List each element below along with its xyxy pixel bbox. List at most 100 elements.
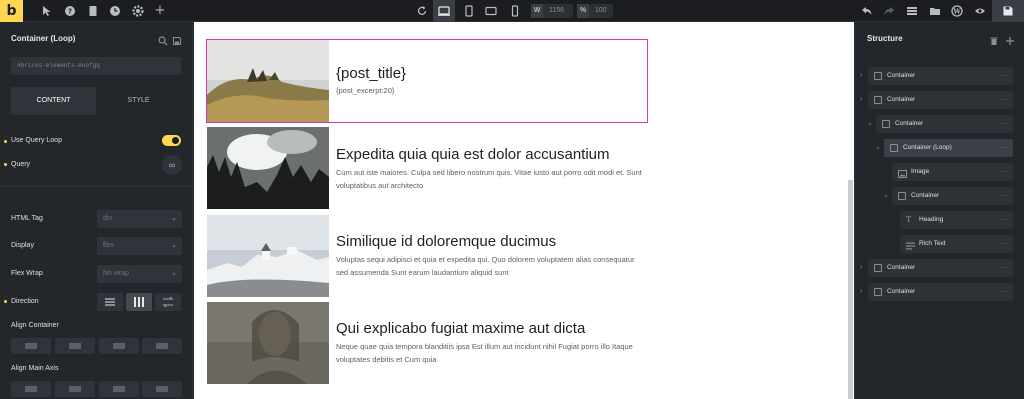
chevron-down-icon[interactable]: ⌄ <box>883 187 889 205</box>
chevron-down-icon[interactable]: ⌄ <box>867 115 873 133</box>
help-icon[interactable]: ? <box>63 4 77 18</box>
post-excerpt[interactable]: Neque quae quia tempora blanditiis ipsa … <box>336 340 646 366</box>
reload-icon[interactable] <box>415 4 429 18</box>
more-icon[interactable]: ··· <box>1001 67 1008 85</box>
post-title[interactable]: Expedita quia quia est dolor accusantium <box>336 146 610 163</box>
post-image[interactable] <box>207 40 329 122</box>
modified-indicator <box>4 300 7 303</box>
folder-icon[interactable] <box>928 4 942 18</box>
structure-node[interactable]: Container ··· <box>876 115 1013 133</box>
chevron-right-icon[interactable]: › <box>860 283 862 301</box>
align-container-end-button[interactable] <box>99 338 139 354</box>
html-tag-value: div <box>103 215 112 222</box>
query-label: Query <box>11 161 31 168</box>
post-excerpt[interactable]: Voluptas sequi adipisci et quia et exped… <box>336 253 646 279</box>
use-query-loop-toggle[interactable] <box>162 135 181 146</box>
tab-style[interactable]: STYLE <box>96 87 181 115</box>
align-container-label: Align Container <box>11 322 59 329</box>
align-container-start-button[interactable] <box>11 338 51 354</box>
loop-item[interactable]: Expedita quia quia est dolor accusantium… <box>207 127 647 209</box>
chevron-right-icon[interactable]: › <box>860 67 862 85</box>
chevron-right-icon[interactable]: › <box>860 91 862 109</box>
modified-indicator <box>4 140 7 143</box>
canvas-scrollbar[interactable] <box>848 180 853 399</box>
cursor-icon[interactable] <box>40 4 54 18</box>
direction-column-button[interactable] <box>126 293 152 311</box>
divider <box>0 186 193 187</box>
structure-node[interactable]: Rich Text ··· <box>900 235 1013 253</box>
tablet-landscape-button[interactable] <box>458 0 480 22</box>
more-icon[interactable]: ··· <box>1001 115 1008 133</box>
structure-node[interactable]: Container ··· <box>868 259 1013 277</box>
bricks-logo[interactable]: b <box>0 0 23 22</box>
align-main-between-button[interactable] <box>142 381 182 397</box>
structure-node[interactable]: Container ··· <box>868 283 1013 301</box>
structure-node[interactable]: Image ··· <box>892 163 1013 181</box>
percent-label: % <box>577 4 589 18</box>
settings-icon[interactable] <box>131 4 145 18</box>
direction-row-button[interactable] <box>97 293 123 311</box>
post-excerpt[interactable]: {post_excerpt:20} <box>336 84 646 97</box>
more-icon[interactable]: ··· <box>1001 91 1008 109</box>
builder-canvas[interactable]: {post_title} {post_excerpt:20} Expedita … <box>194 22 854 399</box>
structure-node[interactable]: Container ··· <box>868 91 1013 109</box>
add-element-icon[interactable]: + <box>153 4 167 18</box>
more-icon[interactable]: ··· <box>1001 139 1008 157</box>
more-icon[interactable]: ··· <box>1001 235 1008 253</box>
desktop-breakpoint-button[interactable] <box>433 0 455 22</box>
save-button[interactable] <box>992 0 1024 22</box>
align-main-end-button[interactable] <box>99 381 139 397</box>
history-icon[interactable] <box>108 4 122 18</box>
structure-node[interactable]: T Heading ··· <box>900 211 1013 229</box>
structure-title: Structure <box>867 34 903 43</box>
more-icon[interactable]: ··· <box>1001 259 1008 277</box>
post-title[interactable]: Similique id doloremque ducimus <box>336 233 556 250</box>
zoom-value: 100 <box>595 7 607 14</box>
more-icon[interactable]: ··· <box>1001 283 1008 301</box>
wordpress-icon[interactable]: W <box>950 4 964 18</box>
display-select[interactable]: flex ⌄ <box>97 237 182 255</box>
chevron-right-icon[interactable]: › <box>860 259 862 277</box>
save-preset-icon[interactable] <box>172 33 182 46</box>
post-excerpt[interactable]: Cum aut iste maiores. Culpa sed libero n… <box>336 166 646 192</box>
loop-item[interactable]: Qui explicabo fugiat maxime aut dicta Ne… <box>207 302 647 384</box>
post-title[interactable]: {post_title} <box>336 65 406 82</box>
post-image[interactable] <box>207 302 329 384</box>
structure-node[interactable]: Container ··· <box>868 67 1013 85</box>
more-icon[interactable]: ··· <box>1001 211 1008 229</box>
query-link-icon[interactable]: ∞ <box>162 155 182 175</box>
structure-list-icon[interactable] <box>905 4 919 18</box>
undo-icon[interactable] <box>860 4 874 18</box>
loop-item[interactable]: {post_title} {post_excerpt:20} <box>206 39 648 123</box>
align-container-stretch-button[interactable] <box>142 338 182 354</box>
chevron-down-icon[interactable]: ⌄ <box>875 139 881 157</box>
trash-icon[interactable] <box>989 33 999 51</box>
expand-icon[interactable] <box>1005 33 1015 51</box>
tab-content[interactable]: CONTENT <box>11 87 96 115</box>
post-image[interactable] <box>207 215 329 297</box>
structure-node-selected[interactable]: Container (Loop) ··· <box>884 139 1013 157</box>
tablet-portrait-button[interactable] <box>480 0 502 22</box>
post-title[interactable]: Qui explicabo fugiat maxime aut dicta <box>336 320 585 337</box>
redo-icon[interactable] <box>882 4 896 18</box>
align-main-center-button[interactable] <box>55 381 95 397</box>
mobile-breakpoint-button[interactable] <box>504 0 526 22</box>
structure-node[interactable]: Container ··· <box>892 187 1013 205</box>
node-label: Container <box>911 192 940 199</box>
zoom-field[interactable]: % 100 <box>577 4 613 18</box>
align-main-start-button[interactable] <box>11 381 51 397</box>
pages-icon[interactable] <box>86 4 100 18</box>
loop-item[interactable]: Similique id doloremque ducimus Voluptas… <box>207 215 647 297</box>
element-id-field[interactable]: #bricks-elements-euofgq <box>11 57 181 75</box>
more-icon[interactable]: ··· <box>1001 163 1008 181</box>
align-container-center-button[interactable] <box>55 338 95 354</box>
post-image[interactable] <box>207 127 329 209</box>
flex-wrap-select[interactable]: No wrap ⌄ <box>97 265 182 283</box>
more-icon[interactable]: ··· <box>1001 187 1008 205</box>
direction-label: Direction <box>11 298 39 305</box>
search-icon[interactable] <box>158 33 168 46</box>
canvas-width-field[interactable]: W 1156 <box>531 4 573 18</box>
html-tag-select[interactable]: div ⌄ <box>97 210 182 228</box>
direction-reverse-button[interactable] <box>155 293 181 311</box>
preview-eye-icon[interactable] <box>973 4 987 18</box>
